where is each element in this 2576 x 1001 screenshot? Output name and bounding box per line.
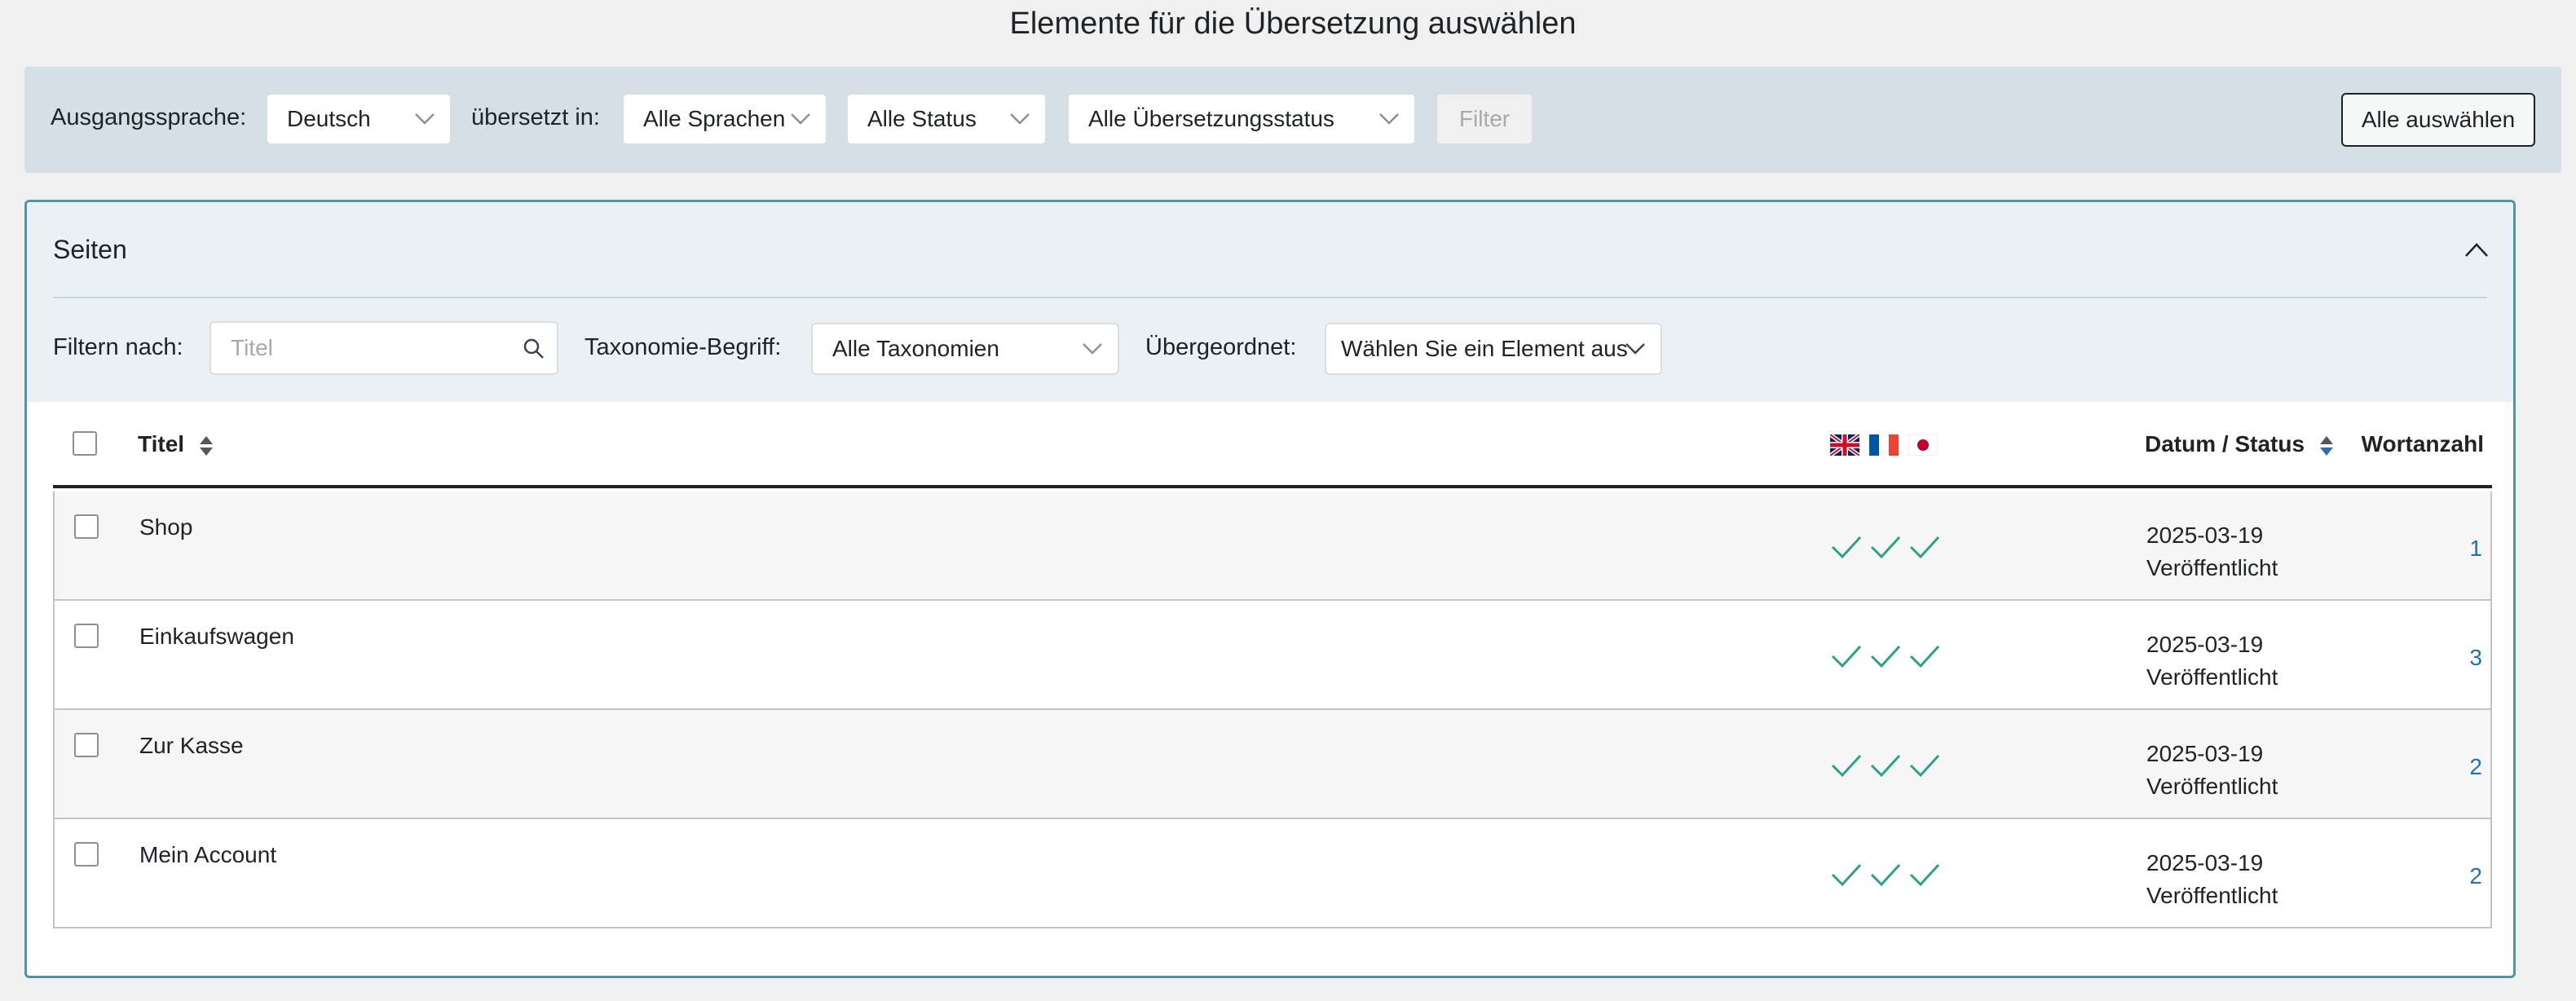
row-date-status: 2025-03-19 Veröffentlicht <box>2146 628 2278 694</box>
row-status: Veröffentlicht <box>2146 555 2278 580</box>
status-value: Alle Status <box>867 106 977 131</box>
translated-check-icon <box>1870 645 1901 668</box>
chevron-down-icon <box>1379 113 1399 125</box>
row-checkbox[interactable] <box>74 514 99 539</box>
panel-divider <box>53 297 2487 298</box>
parent-select[interactable]: Wählen Sie ein Element aus <box>1325 323 1662 375</box>
row-status: Veröffentlicht <box>2146 883 2278 908</box>
title-search-placeholder: Titel <box>231 335 273 360</box>
translated-check-icon <box>1831 536 1862 559</box>
filter-button[interactable]: Filter <box>1436 93 1533 145</box>
row-date: 2025-03-19 <box>2146 850 2264 875</box>
taxonomy-select[interactable]: Alle Taxonomien <box>811 323 1119 375</box>
translated-into-label: übersetzt in: <box>471 104 600 130</box>
table-header: Titel Datum / Status Wortanzahl <box>53 402 2492 488</box>
parent-value: Wählen Sie ein Element aus <box>1341 336 1628 361</box>
flag-fr-icon <box>1869 434 1899 456</box>
row-word-count[interactable]: 1 <box>2469 536 2482 562</box>
column-date-status-label: Datum / Status <box>2145 431 2305 456</box>
translated-check-icon <box>1909 536 1940 559</box>
chevron-down-icon <box>791 113 810 125</box>
page-title: Elemente für die Übersetzung auswählen <box>1009 7 1577 41</box>
chevron-down-icon <box>1010 113 1030 125</box>
row-date-status: 2025-03-19 Veröffentlicht <box>2146 847 2278 912</box>
translated-check-icon <box>1870 536 1901 559</box>
column-date-status[interactable]: Datum / Status <box>2145 431 2334 457</box>
row-date-status: 2025-03-19 Veröffentlicht <box>2146 519 2278 584</box>
parent-label: Übergeordnet: <box>1145 334 1297 360</box>
translation-status-checks <box>1830 751 1944 783</box>
column-title[interactable]: Titel <box>138 431 214 457</box>
chevron-down-icon <box>1083 343 1102 355</box>
translation-status-value: Alle Übersetzungsstatus <box>1088 106 1334 131</box>
translated-check-icon <box>1909 645 1940 668</box>
sort-icon <box>2319 435 2333 456</box>
translation-status-select[interactable]: Alle Übersetzungsstatus <box>1067 93 1416 145</box>
select-all-button[interactable]: Alle auswählen <box>2341 93 2535 147</box>
row-title[interactable]: Mein Account <box>139 842 276 868</box>
translation-status-checks <box>1830 532 1944 565</box>
row-date-status: 2025-03-19 Veröffentlicht <box>2146 738 2278 803</box>
chevron-down-icon <box>1625 343 1645 355</box>
column-word-count: Wortanzahl <box>2361 431 2484 456</box>
row-status: Veröffentlicht <box>2146 664 2278 690</box>
translated-check-icon <box>1831 645 1862 668</box>
select-all-checkbox[interactable] <box>73 431 97 456</box>
source-language-select[interactable]: Deutsch <box>266 93 452 145</box>
translated-check-icon <box>1870 754 1901 778</box>
translation-status-checks <box>1830 860 1944 893</box>
chevron-down-icon <box>415 113 434 125</box>
translation-status-checks <box>1830 642 1944 674</box>
flag-gb-icon <box>1830 434 1859 456</box>
filter-by-label: Filtern nach: <box>53 334 183 360</box>
translation-filter-bar: Ausgangssprache: Deutsch übersetzt in: A… <box>24 67 2561 173</box>
row-checkbox[interactable] <box>74 842 99 867</box>
table-row: Zur Kasse 2025-03-19 Veröffentlicht 2 <box>53 710 2492 819</box>
status-select[interactable]: Alle Status <box>846 93 1047 145</box>
translated-check-icon <box>1909 754 1940 778</box>
row-title[interactable]: Einkaufswagen <box>139 624 294 650</box>
translated-check-icon <box>1870 863 1901 887</box>
source-language-label: Ausgangssprache: <box>51 104 247 130</box>
sort-icon <box>199 435 213 456</box>
taxonomy-label: Taxonomie-Begriff: <box>584 334 782 360</box>
table-row: Shop 2025-03-19 Veröffentlicht 1 <box>53 492 2492 601</box>
row-date: 2025-03-19 <box>2146 632 2264 657</box>
pages-panel: Seiten Filtern nach: Titel Taxonomie-Beg… <box>24 200 2516 978</box>
pages-table: Titel Datum / Status Wortanzahl Shop 202… <box>53 402 2492 928</box>
source-language-value: Deutsch <box>287 106 371 131</box>
row-date: 2025-03-19 <box>2146 741 2264 766</box>
row-title[interactable]: Shop <box>139 514 192 540</box>
taxonomy-value: Alle Taxonomien <box>832 336 999 361</box>
translated-check-icon <box>1909 863 1940 887</box>
row-checkbox[interactable] <box>74 624 99 648</box>
row-title[interactable]: Zur Kasse <box>139 733 244 759</box>
row-date: 2025-03-19 <box>2146 523 2264 548</box>
search-icon <box>523 338 544 359</box>
chevron-up-icon[interactable] <box>2464 241 2489 258</box>
table-row: Mein Account 2025-03-19 Veröffentlicht 2 <box>53 819 2492 928</box>
column-title-label: Titel <box>138 431 185 456</box>
title-search-input[interactable]: Titel <box>210 321 558 375</box>
table-row: Einkaufswagen 2025-03-19 Veröffentlicht 3 <box>53 601 2492 710</box>
panel-header: Seiten Filtern nach: Titel Taxonomie-Beg… <box>27 202 2513 402</box>
row-checkbox[interactable] <box>74 733 99 757</box>
row-word-count[interactable]: 3 <box>2469 645 2482 671</box>
translated-check-icon <box>1831 754 1862 778</box>
panel-title: Seiten <box>53 235 127 264</box>
translated-check-icon <box>1831 863 1862 887</box>
target-languages-value: Alle Sprachen <box>643 106 786 131</box>
row-word-count[interactable]: 2 <box>2469 863 2482 889</box>
row-word-count[interactable]: 2 <box>2469 754 2482 780</box>
flag-jp-icon <box>1908 434 1938 456</box>
target-languages-select[interactable]: Alle Sprachen <box>622 93 827 145</box>
row-status: Veröffentlicht <box>2146 774 2278 799</box>
